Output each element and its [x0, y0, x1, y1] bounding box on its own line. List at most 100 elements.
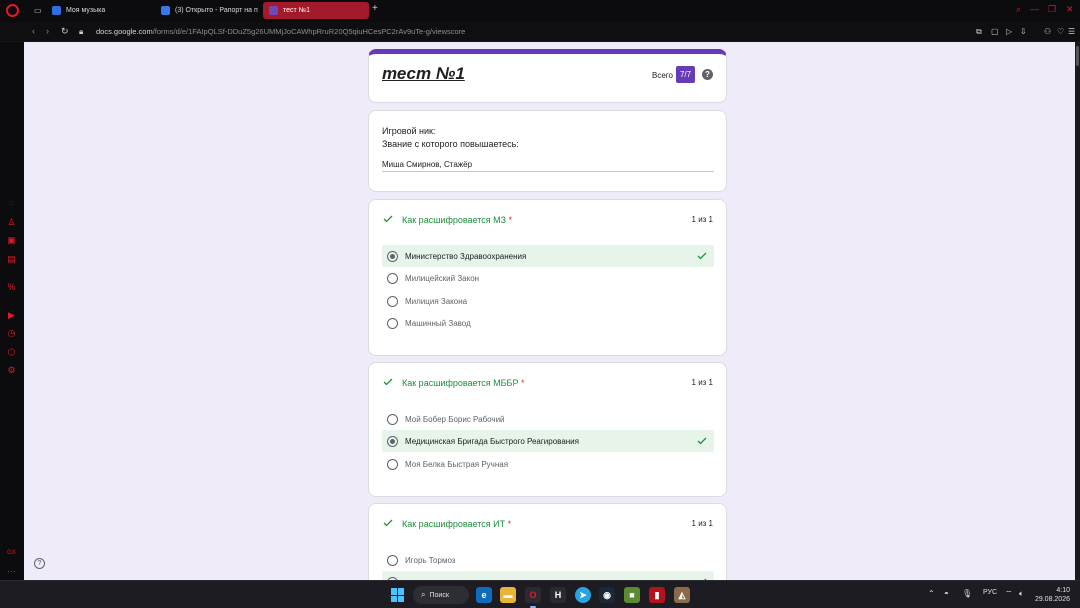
- steam-icon[interactable]: ◉: [599, 587, 615, 603]
- question-title: Как расшифровается ИТ *: [402, 519, 511, 529]
- minecraft-icon[interactable]: ■: [624, 587, 640, 603]
- radio-selected[interactable]: [387, 435, 398, 447]
- radio[interactable]: [387, 317, 398, 329]
- radio[interactable]: [387, 554, 398, 566]
- url-path: /forms/d/e/1FAIpQLSf-DDuZ5g26UMMjJoCAWhp…: [152, 27, 466, 36]
- page-help-icon[interactable]: ?: [34, 558, 45, 569]
- tab-workspaces-icon[interactable]: ▭: [28, 2, 44, 19]
- twitch-icon[interactable]: ▣: [6, 235, 17, 246]
- option[interactable]: Мой Бобер Борис Рабочий: [382, 408, 714, 430]
- gx-logo-icon[interactable]: GX: [6, 548, 17, 559]
- total-score-label: Всего: [652, 71, 673, 80]
- correct-check-icon: [697, 437, 707, 445]
- required-mark: *: [520, 378, 525, 388]
- taskbar: ⌕ Поиск e ▬ O H ➤ ◉ ■ ▮ ◭ ⌃ ◓ 🎙︎ РУС ⌔ 🔈…: [0, 580, 1080, 608]
- option-label: Милиция Закона: [405, 296, 468, 306]
- maximize-button[interactable]: ❐: [1048, 4, 1056, 15]
- wifi-icon[interactable]: ⌔: [1005, 589, 1013, 599]
- url-field[interactable]: docs.google.com/forms/d/e/1FAIpQLSf-DDuZ…: [96, 27, 465, 36]
- start-button[interactable]: [391, 588, 405, 602]
- more-icon[interactable]: ⋯: [6, 566, 17, 577]
- option[interactable]: Милицейский Закон: [382, 267, 714, 289]
- search-label: Поиск: [429, 591, 449, 599]
- help-icon[interactable]: ?: [702, 69, 713, 80]
- radio[interactable]: [387, 458, 398, 470]
- app-h-icon[interactable]: H: [550, 587, 566, 603]
- form-page: тест №1 Всего 7/7 ? Игровой ник: Звание …: [24, 42, 1075, 580]
- option[interactable]: Моя Белка Быстрая Ручная: [382, 453, 714, 475]
- menu-icon[interactable]: ☰: [1068, 27, 1075, 36]
- player-icon[interactable]: ▷: [1006, 27, 1012, 36]
- volume-icon[interactable]: 🔈︎: [1019, 589, 1024, 599]
- aria-icon[interactable]: ◌: [6, 198, 17, 209]
- vk-icon[interactable]: ▤: [6, 254, 17, 265]
- microphone-icon[interactable]: 🎙︎: [962, 589, 972, 598]
- new-tab-button[interactable]: +: [372, 3, 378, 14]
- search-tabs-icon[interactable]: ⌕: [1016, 4, 1021, 15]
- form-title: тест №1: [382, 64, 465, 83]
- option[interactable]: Машинный Завод: [382, 312, 714, 334]
- extensions-sidebar-icon[interactable]: ⬡: [6, 347, 17, 358]
- radio[interactable]: [387, 272, 398, 284]
- reload-icon[interactable]: ↻: [61, 26, 69, 37]
- option-label: Медицинская Бригада Быстрого Реагировани…: [405, 436, 579, 446]
- scrollbar-thumb[interactable]: [1076, 46, 1079, 66]
- option[interactable]: [382, 571, 714, 580]
- total-score-badge: 7/7: [676, 66, 695, 83]
- back-icon[interactable]: ‹: [32, 26, 35, 36]
- page-scrollbar[interactable]: [1075, 42, 1080, 580]
- rank-label: Звание с которого повышаетесь:: [382, 139, 519, 149]
- question-title-text: Как расшифровается МББР: [402, 378, 519, 388]
- question-title-text: Как расшифровается ИТ: [402, 519, 506, 529]
- radio[interactable]: [387, 295, 398, 307]
- tray-chevron-icon[interactable]: ⌃: [928, 589, 935, 598]
- edge-icon[interactable]: e: [476, 587, 492, 603]
- history-icon[interactable]: ◷: [6, 328, 17, 339]
- respondent-info-card: Игровой ник: Звание с которого повышаете…: [368, 110, 727, 192]
- option[interactable]: Медицинская Бригада Быстрого Реагировани…: [382, 430, 714, 452]
- address-bar: ‹ › ↻ 🔒︎ docs.google.com/forms/d/e/1FAIp…: [0, 22, 1080, 42]
- minimize-button[interactable]: —: [1030, 4, 1039, 14]
- opera-gx-icon[interactable]: O: [525, 587, 541, 608]
- forms-favicon-icon: [269, 6, 278, 15]
- form-title-card: тест №1 Всего 7/7 ?: [368, 49, 727, 103]
- opera-logo-icon[interactable]: [6, 4, 19, 17]
- extensions-icon[interactable]: ⧉: [976, 27, 982, 37]
- taskbar-search[interactable]: ⌕ Поиск: [413, 586, 469, 604]
- game-icon[interactable]: ◭: [674, 587, 690, 603]
- downloads-icon[interactable]: ⇩: [1020, 27, 1027, 36]
- clock-time: 4:10: [1056, 587, 1070, 594]
- question-card: Как расшифровается МЗ * 1 из 1 Министерс…: [368, 199, 727, 356]
- discount-icon[interactable]: %: [6, 282, 17, 293]
- forward-icon[interactable]: ›: [46, 26, 49, 36]
- option[interactable]: Игорь Тормоз: [382, 549, 714, 571]
- profile-icon[interactable]: ⚇: [1044, 27, 1051, 36]
- nickname-label: Игровой ник:: [382, 126, 436, 136]
- answer-underline: [382, 171, 714, 172]
- wallet-icon[interactable]: ♡: [1057, 27, 1064, 36]
- question-score: 1 из 1: [691, 519, 713, 528]
- gx-control-icon[interactable]: ♙: [6, 217, 17, 228]
- question-score: 1 из 1: [691, 215, 713, 224]
- tab-music[interactable]: Моя музыка: [46, 2, 154, 19]
- tray-app-icon[interactable]: ◓: [944, 589, 949, 598]
- clock[interactable]: 4:10 29.08.2026: [1035, 586, 1070, 604]
- option-label: Моя Белка Быстрая Ручная: [405, 459, 509, 469]
- radio[interactable]: [387, 413, 398, 425]
- question-title: Как расшифровается МЗ *: [402, 215, 512, 225]
- language-indicator[interactable]: РУС: [983, 589, 997, 596]
- option-label: Мой Бобер Борис Рабочий: [405, 414, 505, 424]
- snapshot-icon[interactable]: ▢: [991, 27, 999, 36]
- close-button[interactable]: ✕: [1066, 4, 1074, 15]
- app-red-icon[interactable]: ▮: [649, 587, 665, 603]
- option[interactable]: Министерство Здравоохранения: [382, 245, 714, 267]
- tab-test[interactable]: тест №1: [263, 2, 369, 19]
- player-sidebar-icon[interactable]: ▶: [6, 310, 17, 321]
- settings-icon[interactable]: ⚙: [6, 365, 17, 376]
- radio-selected[interactable]: [387, 250, 398, 262]
- file-explorer-icon[interactable]: ▬: [500, 587, 516, 603]
- question-title: Как расшифровается МББР *: [402, 378, 525, 388]
- telegram-icon[interactable]: ➤: [575, 587, 591, 603]
- option[interactable]: Милиция Закона: [382, 290, 714, 312]
- tab-report[interactable]: (3) Открыто - Рапорт на п: [155, 2, 261, 19]
